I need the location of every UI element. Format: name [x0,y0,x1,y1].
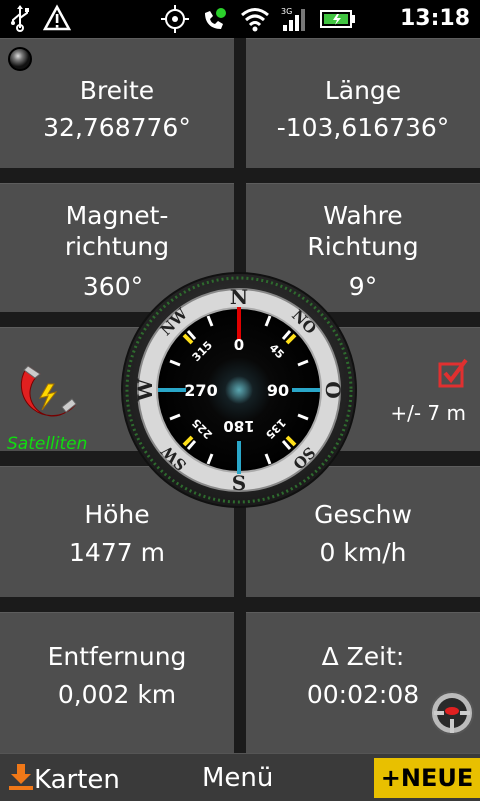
steering-wheel-icon[interactable] [428,689,476,741]
gps-icon [160,4,190,38]
warning-icon [42,4,72,36]
compass-degree-90: 90 [267,381,289,400]
menu-button[interactable]: Menü [202,763,273,793]
satellite-phone-icon [201,5,229,37]
latitude-label: Breite [79,76,155,105]
satellite-label: Satelliten [7,434,88,454]
longitude-value: -103,616736° [276,113,450,142]
accuracy-value: +/- 7 m [390,401,466,425]
longitude-label: Länge [324,76,402,105]
checkbox-icon[interactable] [438,358,470,394]
true-direction-label-line2: Richtung [307,232,419,261]
compass-east: O [321,381,345,398]
distance-label: Entfernung [47,642,187,671]
signal-icon: 3G [281,5,309,37]
status-bar: 3G 13:18 [0,0,480,38]
compass-degree-0: 0 [234,336,244,354]
new-button[interactable]: +NEUE [374,758,480,798]
compass-widget: 0 45 90 135 180 225 270 315 N O S W NW N… [120,271,358,509]
west-needle [158,388,186,392]
bottom-action-bar: Karten Menü +NEUE [0,753,480,801]
latitude-value: 32,768776° [43,113,191,142]
longitude-tile[interactable]: Länge -103,616736° [246,38,480,168]
speed-value: 0 km/h [319,538,407,567]
maps-label: Karten [34,765,120,795]
east-needle [292,388,320,392]
maps-button[interactable]: Karten [8,763,120,798]
download-icon [8,763,34,798]
compass-west: W [133,378,157,402]
status-time: 13:18 [399,6,470,31]
altitude-value: 1477 m [69,538,165,567]
magnetic-direction-label-line1: Magnet- [65,201,169,230]
usb-icon [8,4,32,36]
compass-south: S [232,471,246,495]
status-indicator-icon [8,47,32,71]
distance-value: 0,002 km [57,680,177,709]
compass-degree-180: 180 [223,417,254,435]
south-needle [237,441,241,474]
delta-time-label: Δ Zeit: [321,642,405,671]
compass-north: N [230,285,248,309]
true-direction-label-line1: Wahre [323,201,403,230]
magnet-icon [18,356,88,422]
magnetic-direction-label-line2: richtung [64,232,170,261]
latitude-tile[interactable]: Breite 32,768776° [0,38,234,168]
distance-tile[interactable]: Entfernung 0,002 km [0,612,234,754]
battery-icon [320,8,356,34]
wifi-icon [240,6,270,36]
compass-degree-270: 270 [184,381,217,400]
svg-text:3G: 3G [281,7,292,16]
delta-time-tile[interactable]: Δ Zeit: 00:02:08 [246,612,480,754]
